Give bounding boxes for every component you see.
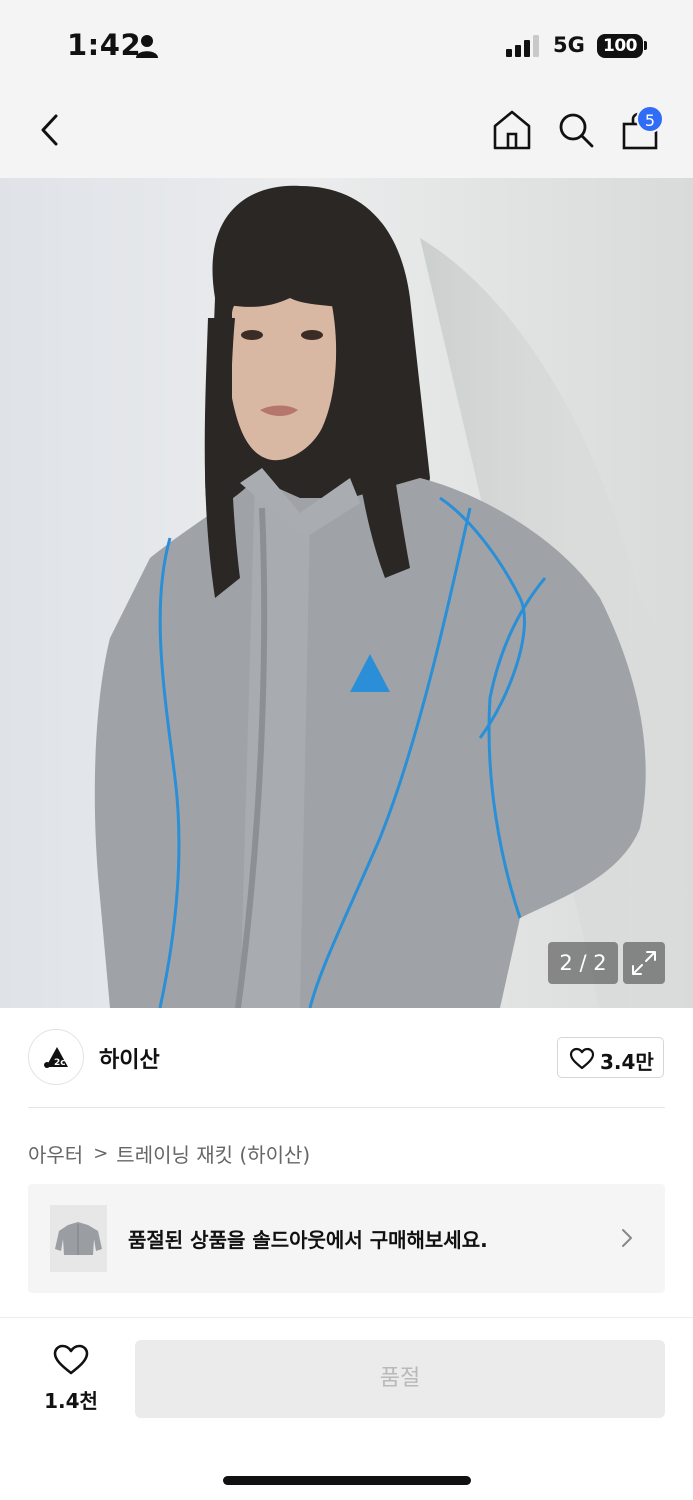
product-image[interactable] <box>0 178 693 1008</box>
status-bar: 1:42 5G 100 <box>0 0 693 90</box>
search-icon <box>559 113 594 148</box>
product-photo-illustration <box>0 178 693 1008</box>
home-button[interactable] <box>492 108 532 152</box>
product-thumbnail <box>50 1205 107 1272</box>
person-icon <box>136 35 158 58</box>
home-icon <box>493 110 531 150</box>
expand-image-button[interactable] <box>623 942 665 984</box>
divider <box>0 1317 693 1318</box>
wishlist-count: 1.4천 <box>44 1389 98 1413</box>
heart-icon <box>53 1344 89 1375</box>
battery-level: 100 <box>603 36 638 56</box>
jacket-thumbnail-icon <box>55 1222 102 1255</box>
breadcrumb-product[interactable]: 트레이닝 재킷 (하이산) <box>116 1139 310 1168</box>
brand-logo-icon: 2c <box>44 1047 68 1068</box>
brand-like-count: 3.4만 <box>600 1050 654 1074</box>
back-button[interactable] <box>34 110 66 150</box>
image-counter: 2 / 2 <box>548 942 618 984</box>
signal-icon <box>506 35 539 57</box>
brand-like-button[interactable]: 3.4만 <box>557 1037 664 1078</box>
top-nav <box>0 90 693 178</box>
expand-icon <box>632 951 656 975</box>
soldout-banner[interactable]: 품절된 상품을 솔드아웃에서 구매해보세요. <box>28 1184 665 1293</box>
battery-tip <box>644 41 647 50</box>
battery-icon: 100 <box>597 34 643 58</box>
brand-name[interactable]: 하이산 <box>99 1042 160 1074</box>
sold-out-button[interactable]: 품절 <box>135 1340 665 1418</box>
brand-logo[interactable]: 2c <box>28 1029 84 1085</box>
svg-text:2c: 2c <box>54 1058 66 1068</box>
heart-icon <box>569 1047 595 1070</box>
divider <box>28 1107 665 1108</box>
breadcrumb-separator: > <box>93 1143 109 1164</box>
search-button[interactable] <box>556 108 596 152</box>
breadcrumb-category[interactable]: 아우터 <box>28 1139 83 1168</box>
cart-count-badge: 5 <box>636 105 664 133</box>
breadcrumb: 아우터 > 트레이닝 재킷 (하이산) <box>28 1139 310 1168</box>
status-time: 1:42 <box>67 28 142 62</box>
home-indicator <box>223 1476 471 1485</box>
soldout-banner-text: 품절된 상품을 솔드아웃에서 구매해보세요. <box>128 1228 488 1252</box>
network-type: 5G <box>553 33 585 57</box>
wishlist-button[interactable]: 1.4천 <box>36 1338 106 1418</box>
chevron-left-icon <box>41 114 58 146</box>
chevron-right-icon <box>622 1229 632 1247</box>
